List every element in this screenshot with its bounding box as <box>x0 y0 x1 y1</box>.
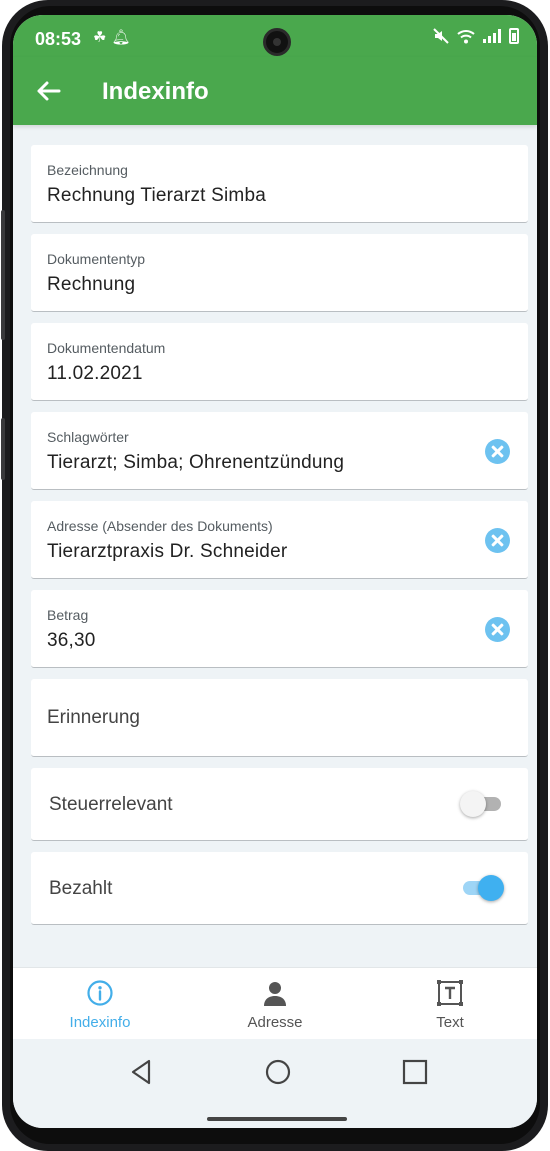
field-label: Betrag <box>47 607 89 623</box>
field-value: Tierarzt; Simba; Ohrenentzündung <box>47 452 345 473</box>
field-schlagwoerter[interactable]: Schlagwörter Tierarzt; Simba; Ohrenentzü… <box>31 412 528 490</box>
toggle-label: Bezahlt <box>49 878 113 899</box>
bell-icon: 🔔︎ <box>111 29 136 46</box>
arrow-left-icon[interactable] <box>33 76 63 106</box>
field-label: Schlagwörter <box>47 429 129 445</box>
field-dokumentendatum[interactable]: Dokumentendatum 11.02.2021 <box>31 323 528 401</box>
reminder-label: Erinnerung <box>47 707 140 728</box>
field-value: Tierarztpraxis Dr. Schneider <box>47 541 288 562</box>
mute-icon <box>433 28 449 44</box>
app-bar: Indexinfo <box>13 57 537 125</box>
tab-indexinfo[interactable]: Indexinfo <box>13 968 187 1040</box>
tab-label: Indexinfo <box>69 1014 131 1031</box>
field-label: Dokumententyp <box>47 251 146 267</box>
field-value: 36,30 <box>47 630 96 651</box>
back-triangle-icon[interactable] <box>127 1057 157 1087</box>
field-label: Dokumentendatum <box>47 340 166 356</box>
bezahlt-switch[interactable] <box>460 875 504 901</box>
steuerrelevant-switch[interactable] <box>460 791 504 817</box>
field-value: Rechnung Tierarzt Simba <box>47 185 266 206</box>
signal-icon <box>483 29 501 43</box>
home-circle-icon[interactable] <box>263 1057 293 1087</box>
app-screen: 08:53 ☘🔔︎ Indexinfo Bezeichnung Rechnung… <box>13 15 537 1128</box>
field-adresse[interactable]: Adresse (Absender des Dokuments) Tierarz… <box>31 501 528 579</box>
page-title: Indexinfo <box>102 78 209 105</box>
wifi-icon <box>457 29 475 43</box>
field-value: Rechnung <box>47 274 136 295</box>
clear-icon[interactable] <box>485 617 510 642</box>
clear-icon[interactable] <box>485 439 510 464</box>
tab-text[interactable]: Text <box>363 968 537 1040</box>
recents-square-icon[interactable] <box>400 1057 430 1087</box>
reminder-field[interactable]: Erinnerung <box>31 679 528 757</box>
tab-adresse[interactable]: Adresse <box>188 968 362 1040</box>
camera-cutout <box>263 28 291 56</box>
person-icon <box>264 982 286 1006</box>
battery-icon <box>509 28 519 44</box>
status-system-icons <box>433 28 519 44</box>
toggle-row-bezahlt: Bezahlt <box>31 852 528 925</box>
toggle-row-steuerrelevant: Steuerrelevant <box>31 768 528 841</box>
clear-icon[interactable] <box>485 528 510 553</box>
power-button <box>1 418 5 480</box>
field-betrag[interactable]: Betrag 36,30 <box>31 590 528 668</box>
tab-label: Text <box>436 1014 464 1031</box>
info-circle-icon <box>87 980 113 1006</box>
bottom-navigation: Indexinfo Adresse Text <box>13 967 537 1039</box>
system-navigation-bar <box>13 1039 537 1128</box>
field-label: Adresse (Absender des Dokuments) <box>47 518 273 534</box>
status-notification-icons: ☘🔔︎ <box>93 28 136 46</box>
text-box-icon <box>437 980 463 1006</box>
home-indicator[interactable] <box>207 1117 347 1121</box>
field-dokumententyp[interactable]: Dokumententyp Rechnung <box>31 234 528 312</box>
field-label: Bezeichnung <box>47 162 128 178</box>
field-value: 11.02.2021 <box>47 363 143 384</box>
toggle-label: Steuerrelevant <box>49 794 173 815</box>
status-bar: 08:53 ☘🔔︎ <box>13 15 537 57</box>
volume-button <box>1 210 5 340</box>
field-bezeichnung[interactable]: Bezeichnung Rechnung Tierarzt Simba <box>31 145 528 223</box>
tab-label: Adresse <box>247 1014 303 1031</box>
notification-icon: ☘ <box>93 29 112 46</box>
status-time: 08:53 <box>35 29 82 49</box>
